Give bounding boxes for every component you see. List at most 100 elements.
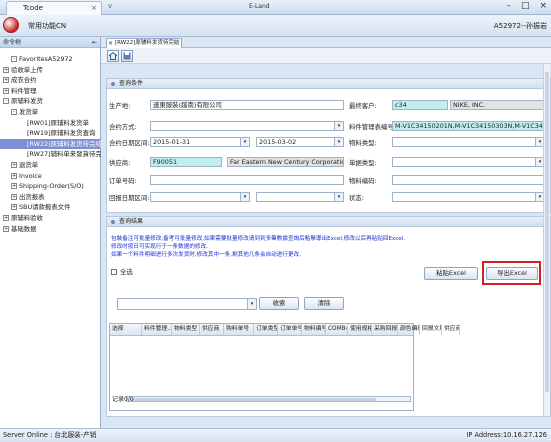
status-select[interactable]: ▾ [392,192,545,202]
grid-column-header[interactable]: 使用规格 [348,324,372,335]
tree-node[interactable]: [RW22]原辅料发货待完结 [0,138,102,150]
note-line: 如果一个料件明细进行多次发货时,修改其中一条,剩其他几条会自动进行更改. [111,252,301,259]
maximize-icon[interactable]: □ [521,1,530,11]
main-tabstrip: × [RW22]原辅料发货待完结 [101,37,551,48]
results-section-title: 查询结果 [119,218,144,225]
tab-rw22[interactable]: × [RW22]原辅料发货待完结 [106,38,182,48]
expand-icon[interactable]: + [11,161,17,168]
tree-node-label: 出货报表 [19,192,45,201]
tree-node[interactable]: + 成衣合约 [0,75,100,86]
material-no-field[interactable] [392,175,545,185]
tree-node[interactable]: - 原辅料发货 [0,96,100,107]
grid-column-header[interactable]: 供应商 [442,324,460,335]
contract-method-label: 合约方式: [109,123,137,131]
contract-method-select[interactable]: ▾ [150,121,344,131]
expand-icon[interactable]: + [3,77,9,84]
collapse-icon[interactable]: - [11,56,17,62]
expand-icon[interactable]: + [3,87,9,94]
tree-node[interactable]: + 出货报表 [0,192,100,203]
material-code-label: 料件管理表编号: [349,123,396,131]
customer-name-field: NIKE, INC. [450,100,545,110]
clear-button[interactable]: 清除 [304,297,344,310]
grid-column-header[interactable]: 料件管理... [142,324,172,335]
paste-excel-button[interactable]: 粘贴Excel [424,267,478,280]
calendar-dropdown-icon[interactable]: ▾ [240,138,249,146]
minimize-icon[interactable]: – [506,1,511,11]
calendar-dropdown-icon[interactable]: ▾ [240,193,249,201]
grid-column-header[interactable]: 订单单号 [278,324,302,335]
tree-node[interactable]: + 退货单 [0,160,100,171]
results-section-header: 查询结果 [106,216,551,227]
close-window-icon[interactable]: × [539,1,547,11]
expand-icon[interactable]: + [11,172,17,179]
tab-close-icon[interactable]: × [108,39,113,48]
select-all-checkbox[interactable]: 全选 [111,267,133,276]
tree-node-label: [RW22]原辅料发货待完结 [27,139,102,148]
tree-node[interactable]: [RW27]辅料单来發貨待完結 [0,149,108,160]
scrollbar-thumb[interactable] [545,72,549,392]
grid-column-header[interactable]: 选择 [110,324,142,335]
expand-icon[interactable]: + [3,214,9,221]
expand-icon[interactable]: + [11,204,17,211]
tree-node[interactable]: + SBU请款报表文件 [0,202,100,213]
calendar-dropdown-icon[interactable]: ▾ [334,193,343,201]
page-vertical-scrollbar[interactable] [543,64,550,416]
window-titlebar: Tcode × v E-Land – □ × [0,0,551,15]
select-all-label: 全选 [120,268,133,276]
filter-select[interactable]: ▾ [117,298,257,310]
date-from-field[interactable]: 2015-01-31 ▾ [150,137,250,147]
material-code-field[interactable]: M-V1C34150201N,M-V1C34150303N,M-V1C34150… [392,121,545,131]
tree-node[interactable]: + 基础数据 [0,224,100,235]
tree-node-label: 验收单上传 [11,65,43,74]
tree-node-label: Invoice [19,171,42,180]
pin-icon[interactable]: ⇤ [92,37,97,48]
bill-type-label: 单据类型: [349,159,377,167]
grid-column-header[interactable]: COMB# [326,324,348,335]
tree-node-label: 基础数据 [11,224,37,233]
factory-field[interactable]: 速東服裝(越南)有限公司 [150,100,344,110]
date-to-field[interactable]: 2015-03-02 ▾ [256,137,344,147]
grid-column-header[interactable]: 购料单号 [224,324,254,335]
expand-icon[interactable]: + [11,183,17,190]
expand-icon[interactable]: + [3,225,9,232]
search-button[interactable]: 收索 [259,297,299,310]
order-no-field[interactable] [150,175,344,185]
home-button[interactable] [107,50,119,62]
tree-node[interactable]: [RW19]原辅料发货查询 [0,128,100,139]
tab-close-icon[interactable]: × [91,2,97,15]
collapse-icon[interactable]: - [11,108,17,115]
save-button[interactable] [121,50,133,62]
grid-column-header[interactable]: 订单类型 [254,324,278,335]
grid-column-header[interactable]: 颜色编码 [398,324,420,335]
calendar-dropdown-icon[interactable]: ▾ [334,138,343,146]
expand-icon[interactable]: + [3,66,9,73]
supplier-code-field[interactable]: F90051 [150,157,222,167]
grid-column-header[interactable]: 供应商 [200,324,224,335]
reply-date-from-field[interactable]: ▾ [150,192,250,202]
reply-date-to-field[interactable]: ▾ [256,192,344,202]
bill-type-select[interactable]: ▾ [392,157,545,167]
customer-code-field[interactable]: c34 [392,100,448,110]
tree-node[interactable]: + Invoice [0,171,100,182]
grid-column-header[interactable]: 物料编号 [302,324,326,335]
tree-node[interactable]: + Shipping-Order(S/O) [0,181,100,192]
tree-node[interactable]: - 发货单 [0,107,100,118]
expand-icon[interactable]: + [11,193,17,200]
grid-column-header[interactable]: 回报文期 [420,324,442,335]
grid-column-header[interactable]: 采购回报... [372,324,398,335]
grid-header: 选择料件管理...物料类型供应商购料单号订单类型订单单号物料编号COMB#使用规… [110,324,460,336]
tree-node-label: Shipping-Order(S/O) [19,182,84,191]
tree-node[interactable]: + 验收单上传 [0,65,100,76]
collapse-icon[interactable]: - [3,98,9,105]
tree-node[interactable]: + 料件管理 [0,86,100,97]
tab-label: [RW22]原辅料发货待完结 [115,40,180,46]
tree-node[interactable]: - FavoritesA52972 [0,54,100,65]
material-type-select[interactable]: ▾ [392,137,545,147]
command-tree-panel: 命令树 ⇤ - FavoritesA52972 + 验收单上传 + 成衣合约 + 料件管理 - 原… [0,37,108,428]
tree-node[interactable]: [RW01]原辅料发货单 [0,118,100,129]
grid-column-header[interactable]: 物料类型 [172,324,200,335]
tree-node[interactable]: + 原辅料验收 [0,213,100,224]
checkbox-box[interactable] [111,269,117,275]
browser-tab[interactable]: Tcode × [6,1,102,15]
factory-label: 生产地: [109,102,131,110]
